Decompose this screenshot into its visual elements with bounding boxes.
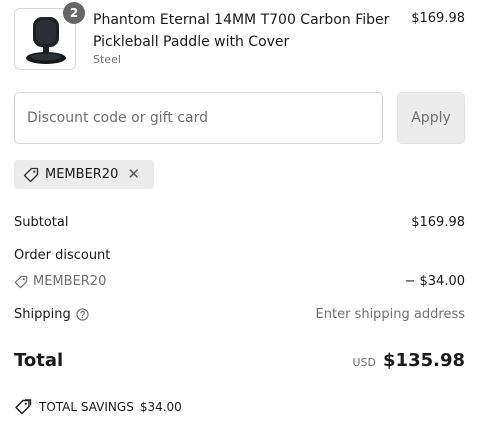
paddle-image <box>26 17 66 64</box>
total-savings-value: $34.00 <box>139 400 182 414</box>
close-icon[interactable]: ✕ <box>127 167 140 182</box>
total-currency: USD <box>352 356 377 369</box>
order-discount-value: − $34.00 <box>404 274 465 289</box>
quantity-badge: 2 <box>63 2 85 24</box>
product-name-line-2: Pickleball Paddle with Cover <box>93 34 290 50</box>
total-value-group: USD $135.98 <box>353 350 466 371</box>
order-discount-label: Order discount <box>14 248 111 263</box>
product-name: Phantom Eternal 14MM T700 Carbon Fiber P… <box>93 9 393 53</box>
apply-button[interactable]: Apply <box>397 92 465 144</box>
discount-code-input[interactable] <box>14 92 383 144</box>
total-label: Total <box>14 350 64 371</box>
total-savings-row: TOTAL SAVINGS $34.00 <box>14 399 182 415</box>
applied-discount-tag: MEMBER20 ✕ <box>14 160 154 189</box>
total-savings-label: TOTAL SAVINGS <box>39 400 134 414</box>
savings-tag-icon <box>15 399 32 415</box>
subtotal-label: Subtotal <box>14 215 69 230</box>
shipping-row: Shipping <box>14 307 89 322</box>
applied-discount-code: MEMBER20 <box>45 167 119 182</box>
order-discount-code-row: MEMBER20 <box>14 274 106 289</box>
tag-icon <box>23 167 39 182</box>
product-price: $169.98 <box>411 11 465 26</box>
shipping-value: Enter shipping address <box>315 307 465 322</box>
product-name-line-1: Phantom Eternal 14MM T700 Carbon Fiber <box>93 12 390 28</box>
product-variant: Steel <box>93 53 121 66</box>
tag-icon <box>14 275 28 288</box>
shipping-label: Shipping <box>14 307 71 322</box>
total-value: $135.98 <box>383 350 465 371</box>
help-circle-icon[interactable] <box>76 308 89 321</box>
order-discount-code: MEMBER20 <box>33 274 107 289</box>
subtotal-value: $169.98 <box>411 215 465 230</box>
